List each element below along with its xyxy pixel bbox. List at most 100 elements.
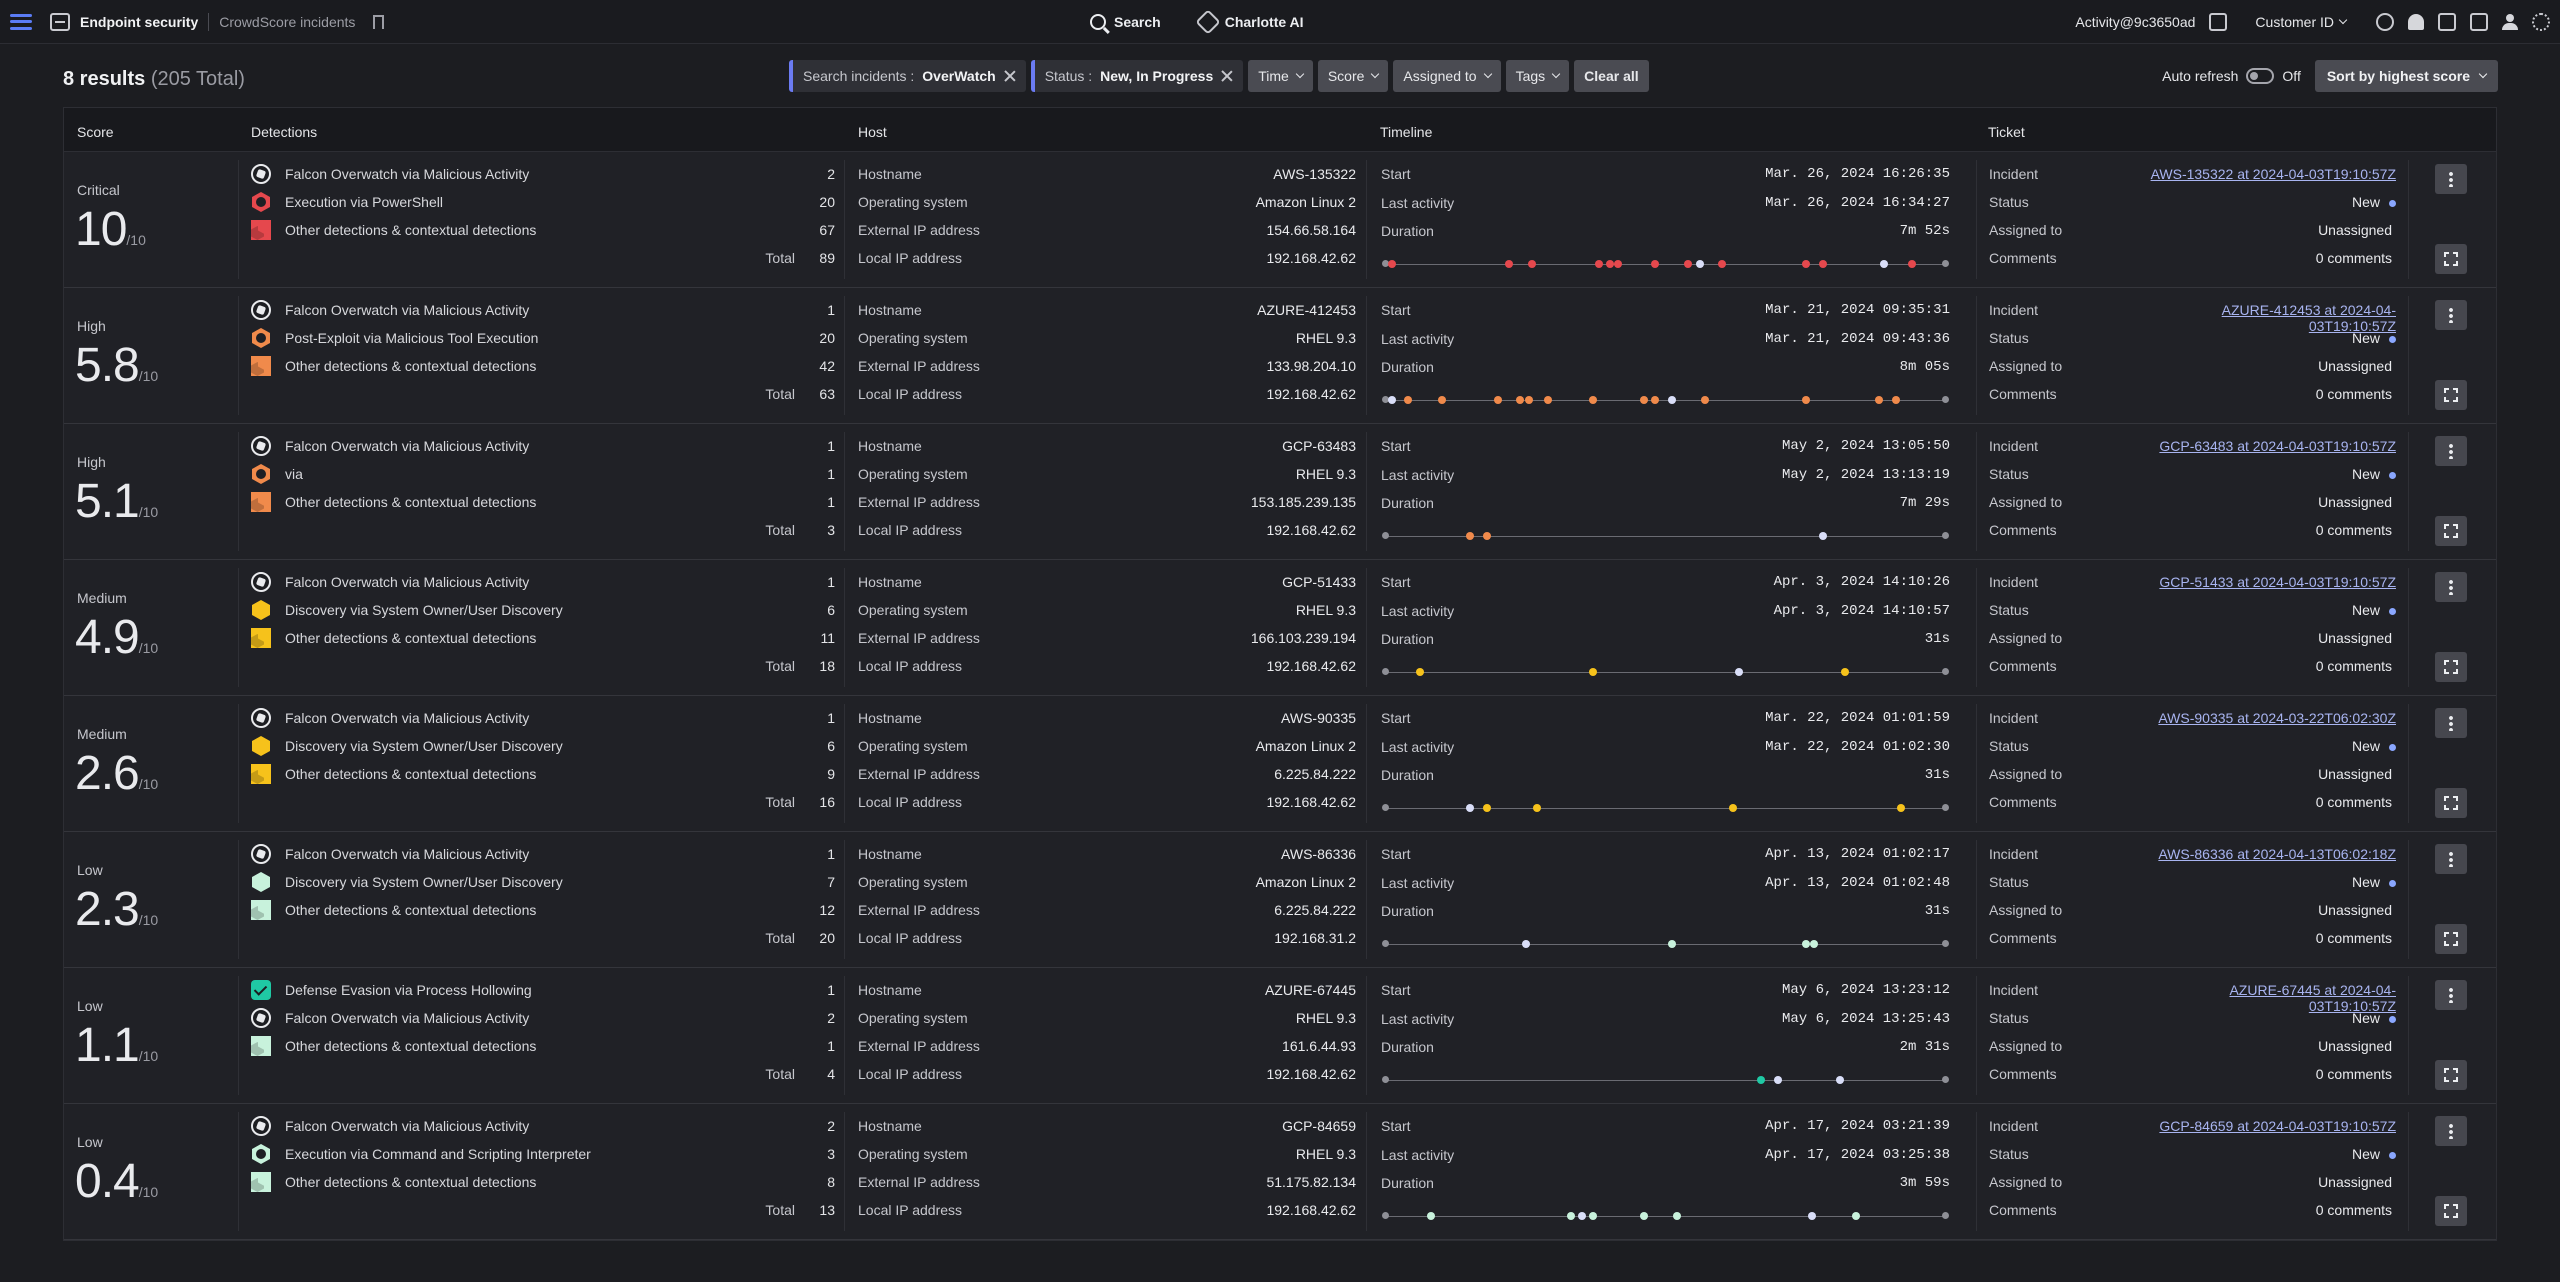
more-actions-button[interactable] xyxy=(2435,300,2467,330)
help-icon[interactable] xyxy=(2376,13,2394,31)
detection-item[interactable]: Falcon Overwatch via Malicious Activity 1 xyxy=(251,300,835,320)
timeline-event-dot[interactable] xyxy=(1897,804,1906,812)
timeline-event-dot[interactable] xyxy=(1818,260,1827,268)
timeline-event-dot[interactable] xyxy=(1673,1212,1682,1220)
timeline-event-dot[interactable] xyxy=(1527,260,1536,268)
timeline-event-dot[interactable] xyxy=(1466,804,1474,812)
timeline-event-dot[interactable] xyxy=(1650,260,1659,268)
expand-button[interactable] xyxy=(2435,1060,2467,1090)
timeline-event-dot[interactable] xyxy=(1874,396,1883,404)
timeline-event-dot[interactable] xyxy=(1757,1076,1766,1084)
detection-item[interactable]: Falcon Overwatch via Malicious Activity 1 xyxy=(251,572,835,592)
close-icon[interactable] xyxy=(1004,70,1016,82)
more-actions-button[interactable] xyxy=(2435,436,2467,466)
timeline-event-dot[interactable] xyxy=(1639,1212,1648,1220)
expand-button[interactable] xyxy=(2435,516,2467,546)
detection-item[interactable]: Discovery via System Owner/User Discover… xyxy=(251,872,835,892)
timeline-event-dot[interactable] xyxy=(1810,940,1819,948)
expand-button[interactable] xyxy=(2435,244,2467,274)
bell-icon[interactable] xyxy=(2408,14,2424,30)
assigned-filter-dropdown[interactable]: Assigned to xyxy=(1393,60,1501,92)
timeline-event-dot[interactable] xyxy=(1701,396,1710,404)
more-actions-button[interactable] xyxy=(2435,708,2467,738)
timeline-event-dot[interactable] xyxy=(1650,396,1659,404)
timeline-event-dot[interactable] xyxy=(1494,396,1502,404)
user-icon[interactable] xyxy=(2502,14,2518,30)
timeline-event-dot[interactable] xyxy=(1589,396,1598,404)
column-header-timeline[interactable]: Timeline xyxy=(1380,124,1432,140)
tasks-icon[interactable] xyxy=(2438,13,2456,31)
timeline-event-dot[interactable] xyxy=(1718,260,1726,268)
timeline-event-dot[interactable] xyxy=(1505,260,1514,268)
table-row[interactable]: Low 2.3/10 Falcon Overwatch via Malicious … xyxy=(64,832,2496,968)
bookmark-icon[interactable] xyxy=(373,14,385,29)
detection-item[interactable]: Other detections & contextual detections… xyxy=(251,220,835,240)
table-row[interactable]: Medium 2.6/10 Falcon Overwatch via Malicio… xyxy=(64,696,2496,832)
detection-item[interactable]: Discovery via System Owner/User Discover… xyxy=(251,600,835,620)
clear-all-button[interactable]: Clear all xyxy=(1574,60,1649,92)
incident-link[interactable]: AWS-86336 at 2024-04-13T06:02:18Z xyxy=(2144,846,2396,862)
timeline-event-dot[interactable] xyxy=(1466,532,1474,540)
detection-item[interactable]: Other detections & contextual detections… xyxy=(251,628,835,648)
detection-item[interactable]: Execution via PowerShell 20 xyxy=(251,192,835,212)
timeline-event-dot[interactable] xyxy=(1578,1212,1586,1220)
timeline-event-dot[interactable] xyxy=(1589,1212,1598,1220)
expand-button[interactable] xyxy=(2435,380,2467,410)
app-title[interactable]: Endpoint security xyxy=(80,14,198,30)
incident-link[interactable]: AWS-90335 at 2024-03-22T06:02:30Z xyxy=(2144,710,2396,726)
timeline-event-dot[interactable] xyxy=(1695,260,1704,268)
tags-filter-dropdown[interactable]: Tags xyxy=(1505,60,1570,92)
detection-item[interactable]: Other detections & contextual detections… xyxy=(251,1172,835,1192)
activity-account[interactable]: Activity@9c3650ad xyxy=(2075,14,2195,30)
timeline-event-dot[interactable] xyxy=(1841,668,1850,676)
detection-item[interactable]: Discovery via System Owner/User Discover… xyxy=(251,736,835,756)
timeline-event-dot[interactable] xyxy=(1387,260,1396,268)
timeline-event-dot[interactable] xyxy=(1807,1212,1816,1220)
timeline-event-dot[interactable] xyxy=(1524,396,1533,404)
auto-refresh-toggle[interactable] xyxy=(2246,68,2275,84)
detection-item[interactable]: Execution via Command and Scripting Inte… xyxy=(251,1144,835,1164)
timeline-event-dot[interactable] xyxy=(1639,396,1648,404)
more-actions-button[interactable] xyxy=(2435,980,2467,1010)
timeline-event-dot[interactable] xyxy=(1415,668,1424,676)
timeline-event-dot[interactable] xyxy=(1566,1212,1575,1220)
timeline-event-dot[interactable] xyxy=(1482,532,1491,540)
timeline-event-dot[interactable] xyxy=(1516,396,1525,404)
timeline-event-dot[interactable] xyxy=(1544,396,1553,404)
filter-search-incidents[interactable]: Search incidents : OverWatch xyxy=(789,60,1026,92)
detection-item[interactable]: Falcon Overwatch via Malicious Activity 2 xyxy=(251,1116,835,1136)
more-actions-button[interactable] xyxy=(2435,1116,2467,1146)
detection-item[interactable]: Other detections & contextual detections… xyxy=(251,492,835,512)
detection-item[interactable]: Post-Exploit via Malicious Tool Executio… xyxy=(251,328,835,348)
timeline-event-dot[interactable] xyxy=(1802,396,1810,404)
detection-item[interactable]: Other detections & contextual detections… xyxy=(251,900,835,920)
code-icon[interactable] xyxy=(2470,13,2488,31)
timeline-event-dot[interactable] xyxy=(1482,804,1491,812)
incident-link[interactable]: GCP-51433 at 2024-04-03T19:10:57Z xyxy=(2144,574,2396,590)
timeline-event-dot[interactable] xyxy=(1426,1212,1435,1220)
timeline-event-dot[interactable] xyxy=(1533,804,1542,812)
detection-item[interactable]: Other detections & contextual detections… xyxy=(251,1036,835,1056)
filter-status[interactable]: Status : New, In Progress xyxy=(1030,60,1244,92)
timeline-event-dot[interactable] xyxy=(1908,260,1917,268)
expand-button[interactable] xyxy=(2435,1196,2467,1226)
theme-icon[interactable] xyxy=(2532,13,2550,31)
sort-dropdown[interactable]: Sort by highest score xyxy=(2314,60,2498,92)
detection-item[interactable]: via 1 xyxy=(251,464,835,484)
detection-item[interactable]: Falcon Overwatch via Malicious Activity 1 xyxy=(251,844,835,864)
detection-item[interactable]: Falcon Overwatch via Malicious Activity 2 xyxy=(251,164,835,184)
timeline-event-dot[interactable] xyxy=(1774,1076,1782,1084)
column-header-ticket[interactable]: Ticket xyxy=(1988,124,2025,140)
more-actions-button[interactable] xyxy=(2435,164,2467,194)
timeline-event-dot[interactable] xyxy=(1606,260,1614,268)
customer-id-dropdown[interactable]: Customer ID xyxy=(2255,14,2348,30)
detection-item[interactable]: Other detections & contextual detections… xyxy=(251,764,835,784)
timeline-event-dot[interactable] xyxy=(1891,396,1900,404)
table-row[interactable]: High 5.1/10 Falcon Overwatch via Malicious… xyxy=(64,424,2496,560)
timeline-event-dot[interactable] xyxy=(1835,1076,1844,1084)
timeline-event-dot[interactable] xyxy=(1594,260,1603,268)
timeline-event-dot[interactable] xyxy=(1852,1212,1861,1220)
timeline-event-dot[interactable] xyxy=(1667,940,1676,948)
incident-link[interactable]: AWS-135322 at 2024-04-03T19:10:57Z xyxy=(2144,166,2396,182)
detection-item[interactable]: Falcon Overwatch via Malicious Activity 1 xyxy=(251,708,835,728)
